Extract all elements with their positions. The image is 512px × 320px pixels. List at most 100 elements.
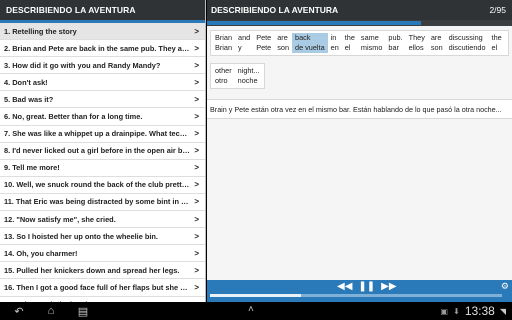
word-spanish: el bbox=[491, 43, 498, 52]
word-pair[interactable]: back de vuelta bbox=[292, 33, 328, 53]
word-row: other otro night... noche bbox=[210, 63, 265, 89]
lesson-item[interactable]: 12. "Now satisfy me", she cried. > bbox=[0, 211, 205, 229]
notification-icon: ▣ bbox=[440, 306, 449, 316]
chevron-right-icon: > bbox=[194, 112, 199, 122]
pause-icon[interactable]: ❚❚ bbox=[358, 281, 375, 293]
lesson-list: 1. Retelling the story > 2. Brian and Pete… bbox=[0, 23, 205, 302]
rewind-icon[interactable]: ◀◀ bbox=[337, 281, 352, 293]
clock: 13:38 bbox=[464, 304, 495, 318]
lesson-item[interactable]: 8. I'd never licked out a girl before in… bbox=[0, 142, 205, 160]
chevron-right-icon: > bbox=[194, 197, 199, 207]
audio-progress-bar[interactable] bbox=[210, 294, 502, 297]
translation-text: Brain y Pete están otra vez en el mismo … bbox=[210, 104, 502, 114]
chevron-right-icon: > bbox=[194, 282, 199, 292]
word-pair[interactable]: the el bbox=[342, 33, 358, 53]
lesson-label: 4. Don't ask! bbox=[4, 77, 48, 87]
player-controls: ◀◀ ❚❚ ▶▶ bbox=[337, 281, 397, 293]
word-by-word-area: Brian Brian and y Pete Pete are son back de vuelt… bbox=[207, 26, 512, 93]
word-pair[interactable]: Brian Brian bbox=[212, 33, 235, 53]
lesson-item[interactable]: 14. Oh, you charmer! > bbox=[0, 245, 205, 263]
word-english: same bbox=[360, 33, 379, 42]
lesson-label: 15. Pulled her knickers down and spread … bbox=[4, 265, 180, 275]
wifi-icon: ◥ bbox=[499, 306, 506, 316]
word-english: are bbox=[430, 33, 442, 42]
lesson-item[interactable]: 3. How did it go with you and Randy Mand… bbox=[0, 57, 205, 75]
lesson-item[interactable]: 9. Tell me more! > bbox=[0, 159, 205, 177]
word-spanish: bar bbox=[388, 43, 399, 52]
chevron-right-icon: > bbox=[194, 26, 199, 36]
status-area[interactable]: ▣ ⬇ 13:38 ◥ bbox=[441, 302, 506, 320]
lesson-item[interactable]: 4. Don't ask! > bbox=[0, 74, 205, 92]
chevron-right-icon: > bbox=[194, 231, 199, 241]
word-pair[interactable]: pub. bar bbox=[385, 33, 405, 53]
audio-progress-fill bbox=[210, 294, 301, 297]
chevron-right-icon: > bbox=[194, 214, 199, 224]
word-spanish: el bbox=[344, 43, 351, 52]
chevron-right-icon: > bbox=[194, 60, 199, 70]
back-icon[interactable]: ↶ bbox=[10, 305, 28, 318]
lesson-item[interactable]: 1. Retelling the story > bbox=[0, 23, 205, 41]
recent-apps-icon[interactable]: ▤ bbox=[74, 305, 92, 318]
reader-title: DESCRIBIENDO LA AVENTURA bbox=[211, 5, 339, 15]
word-pair[interactable]: Pete Pete bbox=[253, 33, 274, 53]
word-english: and bbox=[238, 33, 251, 42]
chevron-right-icon: > bbox=[194, 163, 199, 173]
settings-icon[interactable]: ⚙ bbox=[501, 281, 509, 292]
lesson-item[interactable]: 7. She was like a whippet up a drainpipe… bbox=[0, 125, 205, 143]
word-english: other bbox=[215, 66, 232, 75]
lesson-label: 14. Oh, you charmer! bbox=[4, 248, 78, 258]
lesson-label: 6. No, great. Better than for a long tim… bbox=[4, 112, 143, 122]
download-icon: ⬇ bbox=[453, 306, 460, 316]
word-pair[interactable]: discussing discutiendo bbox=[446, 33, 489, 53]
word-english: Brian bbox=[215, 33, 233, 42]
lesson-label: 13. So I hoisted her up onto the wheelie… bbox=[4, 231, 158, 241]
lesson-item[interactable]: 10. Well, we snuck round the back of the… bbox=[0, 176, 205, 194]
lesson-item[interactable]: 11. That Eric was being distracted by so… bbox=[0, 193, 205, 212]
word-pair[interactable]: are son bbox=[274, 33, 292, 53]
word-spanish: en bbox=[330, 43, 339, 52]
word-english: are bbox=[277, 33, 288, 42]
word-english: in bbox=[330, 33, 337, 42]
lesson-list-panel: DESCRIBIENDO LA AVENTURA 1. Retelling th… bbox=[0, 0, 206, 302]
lesson-label: 2. Brian and Pete are back in the same p… bbox=[4, 43, 191, 53]
lesson-label: 5. Bad was it? bbox=[4, 94, 54, 104]
word-english: Pete bbox=[256, 33, 272, 42]
word-spanish: Brian bbox=[215, 43, 233, 52]
word-english: night... bbox=[237, 66, 260, 75]
forward-icon[interactable]: ▶▶ bbox=[381, 281, 396, 293]
home-icon[interactable]: ⌂ bbox=[42, 305, 60, 317]
word-english: pub. bbox=[388, 33, 403, 42]
word-english: the bbox=[344, 33, 355, 42]
reader-header: DESCRIBIENDO LA AVENTURA 2/95 bbox=[207, 0, 512, 20]
chevron-right-icon: > bbox=[194, 94, 199, 104]
lesson-item[interactable]: 16. Then I got a good face full of her f… bbox=[0, 279, 205, 297]
word-english: back bbox=[295, 33, 311, 42]
word-spanish: noche bbox=[237, 76, 258, 85]
lesson-item[interactable]: 15. Pulled her knickers down and spread … bbox=[0, 262, 205, 280]
lesson-item[interactable]: 2. Brian and Pete are back in the same p… bbox=[0, 40, 205, 58]
menu-up-icon[interactable]: ˄ bbox=[248, 304, 254, 315]
word-spanish: son bbox=[430, 43, 443, 52]
lesson-item[interactable]: 5. Bad was it? > bbox=[0, 91, 205, 109]
reader-panel: DESCRIBIENDO LA AVENTURA 2/95 Brian Brian… bbox=[207, 0, 512, 302]
lesson-label: 7. She was like a whippet up a drainpipe… bbox=[4, 129, 192, 139]
chevron-right-icon: > bbox=[194, 146, 199, 156]
word-pair[interactable]: same mismo bbox=[358, 33, 386, 53]
sentence-progress-fill bbox=[207, 21, 421, 25]
lesson-item[interactable]: 6. No, great. Better than for a long tim… bbox=[0, 108, 205, 126]
lesson-item[interactable]: 13. So I hoisted her up onto the wheelie… bbox=[0, 228, 205, 246]
lesson-label: 11. That Eric was being distracted by so… bbox=[4, 197, 192, 207]
word-pair[interactable]: and y bbox=[235, 33, 253, 53]
word-english: discussing bbox=[448, 33, 483, 42]
word-spanish: Pete bbox=[256, 43, 272, 52]
word-pair[interactable]: the el bbox=[489, 33, 505, 53]
word-spanish: otro bbox=[215, 76, 228, 85]
word-pair[interactable]: are son bbox=[428, 33, 446, 53]
word-pair[interactable]: other otro bbox=[212, 66, 235, 86]
word-pair[interactable]: They ellos bbox=[406, 33, 428, 53]
lesson-list-title: DESCRIBIENDO LA AVENTURA bbox=[6, 5, 136, 15]
lesson-label: 10. Well, we snuck round the back of the… bbox=[4, 180, 192, 190]
word-english: the bbox=[491, 33, 502, 42]
word-pair[interactable]: in en bbox=[328, 33, 342, 53]
word-pair[interactable]: night... noche bbox=[235, 66, 263, 86]
